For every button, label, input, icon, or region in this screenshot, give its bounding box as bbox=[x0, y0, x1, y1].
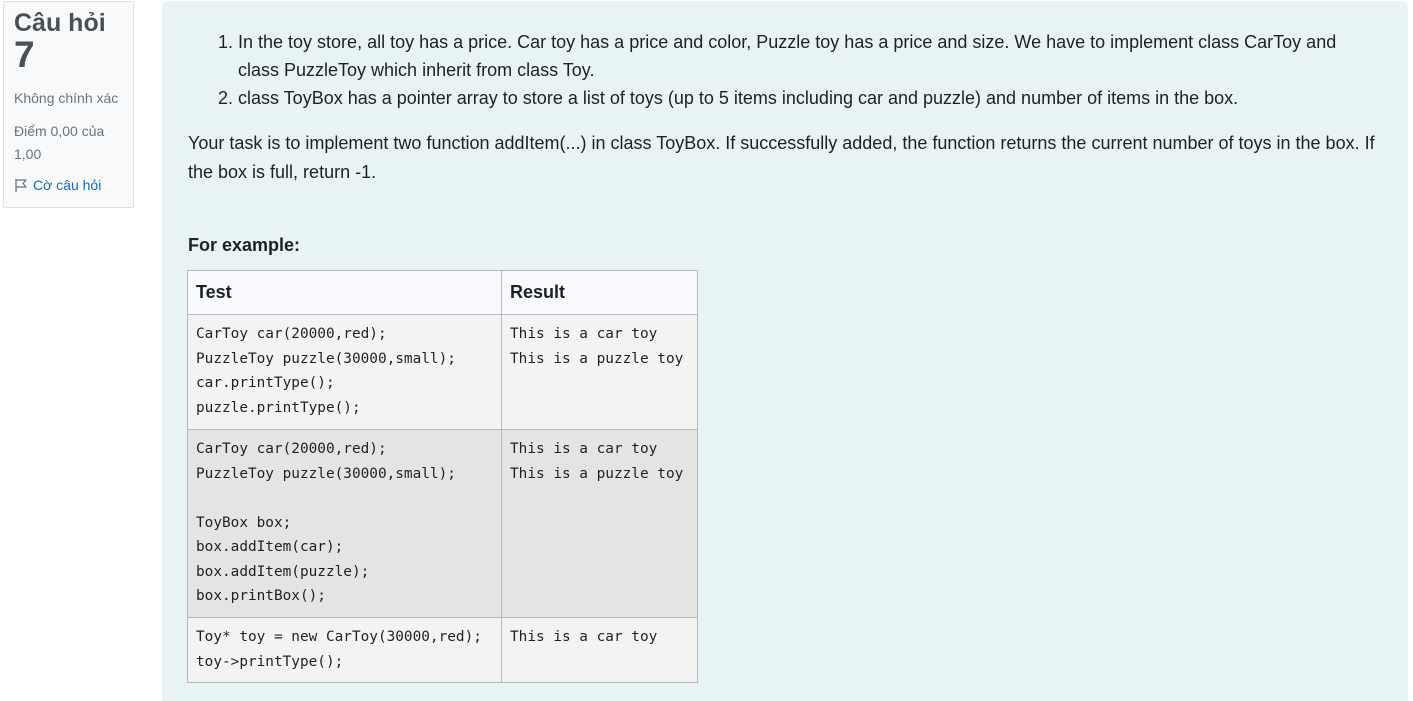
flag-question-label: Cờ câu hỏi bbox=[33, 177, 102, 193]
column-header-test: Test bbox=[187, 270, 502, 315]
test-code-cell: CarToy car(20000,red); PuzzleToy puzzle(… bbox=[187, 314, 502, 430]
examples-table: Test Result CarToy car(20000,red); Puzzl… bbox=[187, 270, 698, 683]
result-cell: This is a car toy This is a puzzle toy bbox=[501, 314, 698, 430]
list-item: In the toy store, all toy has a price. C… bbox=[238, 28, 1368, 84]
result-cell: This is a car toy This is a puzzle toy bbox=[501, 429, 698, 618]
question-info-panel: Câu hỏi 7 Không chính xác Điểm 0,00 của … bbox=[3, 1, 134, 208]
task-description: Your task is to implement two function a… bbox=[188, 133, 1375, 182]
requirements-list: In the toy store, all toy has a price. C… bbox=[238, 28, 1368, 112]
question-state: Không chính xác bbox=[14, 90, 119, 106]
test-code-cell: CarToy car(20000,red); PuzzleToy puzzle(… bbox=[187, 429, 502, 618]
table-row: Toy* toy = new CarToy(30000,red); toy->p… bbox=[187, 617, 698, 683]
flag-icon bbox=[15, 178, 27, 192]
question-number: 7 bbox=[14, 34, 35, 75]
column-header-result: Result bbox=[501, 270, 698, 315]
list-item: class ToyBox has a pointer array to stor… bbox=[238, 84, 1368, 112]
question-title: Câu hỏi bbox=[14, 9, 106, 37]
test-code-cell: Toy* toy = new CarToy(30000,red); toy->p… bbox=[187, 617, 502, 683]
table-row: CarToy car(20000,red); PuzzleToy puzzle(… bbox=[187, 314, 698, 430]
flag-question-link[interactable]: Cờ câu hỏi bbox=[14, 175, 123, 195]
question-grade: Điểm 0,00 của 1,00 bbox=[14, 123, 105, 162]
example-heading: For example: bbox=[188, 235, 301, 255]
result-cell: This is a car toy bbox=[501, 617, 698, 683]
table-row: CarToy car(20000,red); PuzzleToy puzzle(… bbox=[187, 429, 698, 618]
question-content: In the toy store, all toy has a price. C… bbox=[162, 1, 1408, 701]
